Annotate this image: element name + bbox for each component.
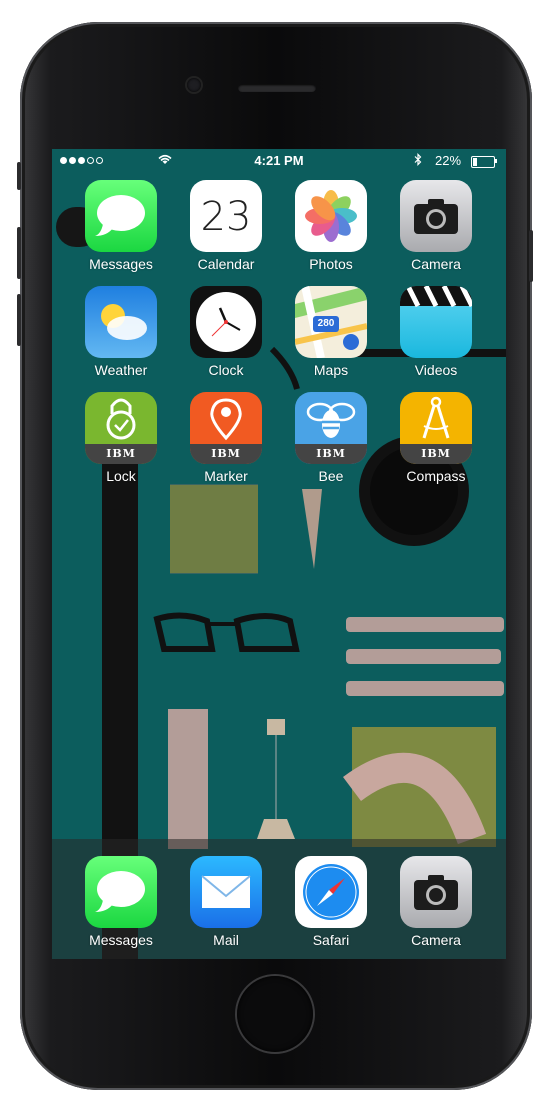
videos-icon — [400, 286, 472, 358]
weather-icon — [85, 286, 157, 358]
app-label: Bee — [318, 468, 344, 484]
lock-icon: IBM — [85, 392, 157, 464]
app-maps[interactable]: 280 Maps — [291, 286, 371, 378]
dock-app-camera[interactable]: Camera — [396, 856, 476, 948]
safari-icon — [295, 856, 367, 928]
app-label: Videos — [414, 362, 458, 378]
app-clock[interactable]: Clock — [186, 286, 266, 378]
battery-tip — [495, 159, 497, 163]
app-label: Weather — [94, 362, 148, 378]
app-label: Calendar — [197, 256, 255, 272]
app-label: Maps — [313, 362, 349, 378]
home-button[interactable] — [237, 976, 313, 1052]
app-compass[interactable]: IBM Compass — [396, 392, 476, 484]
status-bar: 4:21 PM 22% — [52, 149, 506, 173]
camera-icon — [400, 180, 472, 252]
battery-fill — [473, 158, 477, 166]
clock-icon — [190, 286, 262, 358]
screen: 4:21 PM 22% Messages 23 Calendar Photos … — [52, 149, 506, 959]
battery-icon — [471, 156, 495, 168]
maps-highway-badge: 280 — [317, 318, 335, 329]
dock-app-mail[interactable]: Mail — [186, 856, 266, 948]
volume-up-button[interactable] — [17, 227, 21, 279]
app-label: Clock — [208, 362, 244, 378]
bee-icon: IBM — [295, 392, 367, 464]
messages-icon — [85, 856, 157, 928]
camera-icon — [400, 856, 472, 928]
power-button[interactable] — [529, 230, 533, 282]
app-label: Safari — [312, 932, 350, 948]
ibm-brand-bar: IBM — [190, 444, 262, 464]
app-lock[interactable]: IBM Lock — [81, 392, 161, 484]
messages-icon — [85, 180, 157, 252]
app-messages[interactable]: Messages — [81, 180, 161, 272]
app-weather[interactable]: Weather — [81, 286, 161, 378]
ibm-brand-bar: IBM — [295, 444, 367, 464]
front-camera — [187, 78, 201, 92]
app-label: Marker — [204, 468, 248, 484]
app-label: Camera — [411, 932, 461, 948]
app-label: Mail — [213, 932, 239, 948]
app-label: Photos — [309, 256, 353, 272]
app-calendar[interactable]: 23 Calendar — [186, 180, 266, 272]
earpiece-speaker — [238, 84, 316, 92]
app-camera[interactable]: Camera — [396, 180, 476, 272]
dock-app-safari[interactable]: Safari — [291, 856, 371, 948]
calendar-icon: 23 — [190, 180, 262, 252]
dock: Messages Mail Safari Camera — [52, 839, 506, 959]
bluetooth-icon — [414, 153, 422, 169]
app-marker[interactable]: IBM Marker — [186, 392, 266, 484]
calendar-date: 23 — [200, 194, 252, 240]
mail-icon — [190, 856, 262, 928]
volume-down-button[interactable] — [17, 294, 21, 346]
app-videos[interactable]: Videos — [396, 286, 476, 378]
app-label: Lock — [106, 468, 136, 484]
dock-app-messages[interactable]: Messages — [81, 856, 161, 948]
mute-switch — [17, 162, 21, 190]
app-label: Compass — [406, 468, 466, 484]
battery-percentage: 22% — [435, 153, 462, 168]
app-photos[interactable]: Photos — [291, 180, 371, 272]
marker-icon: IBM — [190, 392, 262, 464]
app-label: Camera — [411, 256, 461, 272]
compass-icon: IBM — [400, 392, 472, 464]
ibm-brand-bar: IBM — [85, 444, 157, 464]
maps-icon: 280 — [295, 286, 367, 358]
ibm-brand-bar: IBM — [400, 444, 472, 464]
app-label: Messages — [89, 932, 153, 948]
photos-icon — [295, 180, 367, 252]
app-bee[interactable]: IBM Bee — [291, 392, 371, 484]
app-label: Messages — [89, 256, 153, 272]
